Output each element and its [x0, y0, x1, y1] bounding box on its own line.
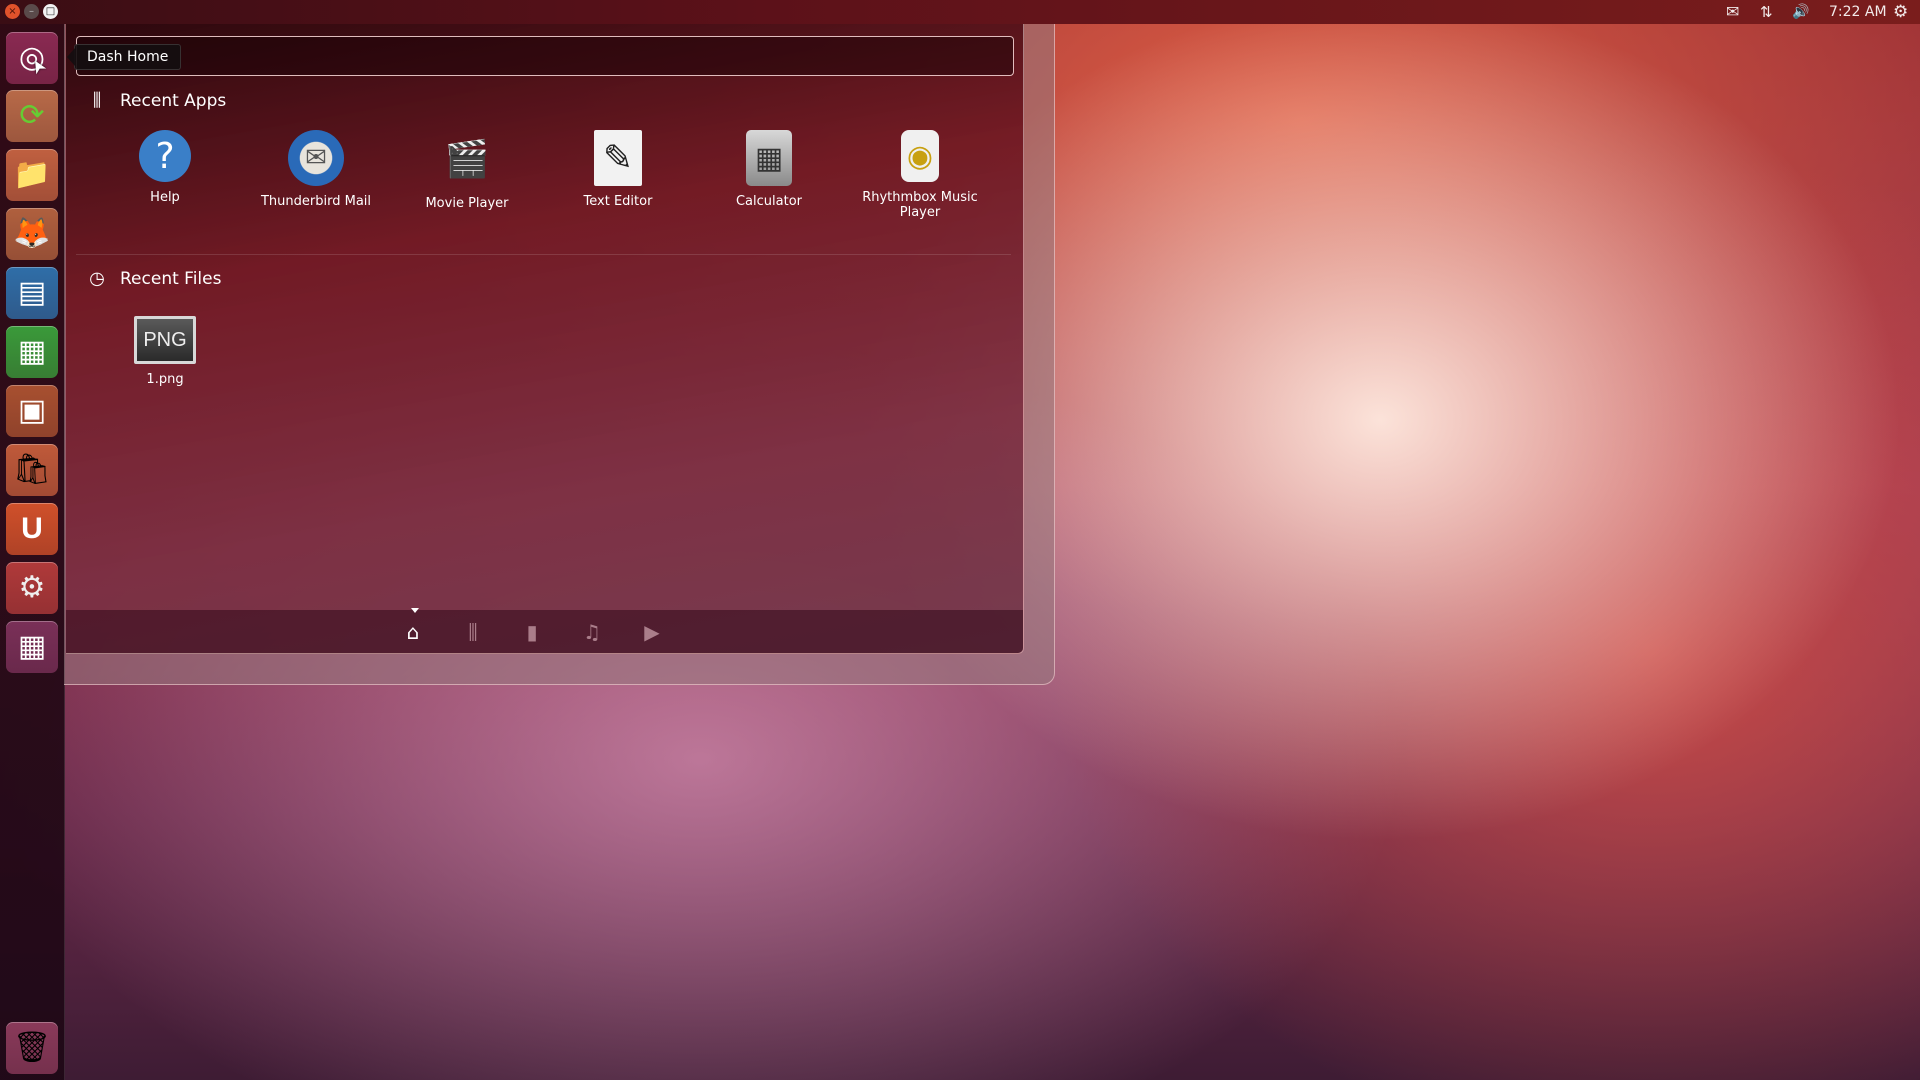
volume-icon: 🔊	[1792, 4, 1810, 20]
recent-files-header[interactable]: ◷ Recent Files	[86, 268, 221, 289]
settings-icon: ⚙	[18, 570, 46, 605]
maximize-button[interactable]: □	[43, 4, 58, 19]
messaging-menu[interactable]: ✉	[1726, 0, 1739, 24]
app-label: Rhythmbox Music Player	[862, 190, 978, 220]
launcher-workspace-switcher[interactable]: ▦	[6, 621, 58, 673]
video-icon: ▶	[644, 620, 660, 644]
launcher-calc[interactable]: ▦	[6, 326, 58, 378]
close-button[interactable]: ×	[5, 4, 20, 19]
app-label: Calculator	[735, 194, 802, 209]
folder-icon: 📁	[13, 157, 51, 192]
workspace-icon: ▦	[17, 629, 47, 664]
png-file-icon: PNG	[134, 316, 196, 364]
applications-icon: ⫼	[468, 620, 478, 644]
text-editor-icon: ✎	[594, 130, 642, 186]
writer-icon: ▤	[17, 275, 47, 310]
minimize-button[interactable]: –	[24, 4, 39, 19]
section-divider	[76, 254, 1011, 255]
shopping-bag-icon: 🛍	[12, 452, 52, 487]
impress-icon: ▣	[17, 393, 47, 428]
calculator-icon: ▦	[746, 130, 792, 186]
app-tile-calculator[interactable]: ▦ Calculator	[694, 130, 844, 209]
gear-icon: ⚙	[1893, 2, 1909, 22]
top-panel: × – □ ✉ ⇅ 🔊 7:22 AM ⚙	[0, 0, 1920, 24]
music-icon: ♫	[583, 620, 601, 644]
app-label: Help	[150, 190, 180, 205]
lens-music[interactable]: ♫	[578, 620, 606, 644]
session-menu[interactable]: ⚙	[1893, 0, 1908, 24]
launcher-software-updater[interactable]: ⟳	[6, 90, 58, 142]
calc-icon: ▦	[17, 334, 47, 369]
launcher-trash[interactable]: 🗑	[6, 1022, 58, 1074]
network-menu[interactable]: ⇅	[1760, 0, 1773, 24]
lens-files[interactable]: ▮	[518, 620, 546, 644]
app-tile-movie-player[interactable]: 🎬 Movie Player	[392, 130, 542, 211]
active-lens-indicator	[411, 608, 419, 613]
app-tile-rhythmbox[interactable]: ◉ Rhythmbox Music Player	[845, 130, 995, 220]
speaker-icon: ◉	[901, 130, 939, 182]
file-icon: ▮	[526, 620, 538, 644]
home-icon: ⌂	[406, 620, 420, 644]
dash: ⫼ Recent Apps ? Help ✉ Thunderbird Mail …	[66, 24, 1024, 654]
launcher-software-center[interactable]: 🛍	[6, 444, 58, 496]
launcher: ◎ ⟳ 📁 🦊 ▤ ▦ ▣ 🛍 U ⚙ ▦ 🗑	[0, 24, 65, 1080]
search-input[interactable]	[77, 37, 1013, 75]
sound-menu[interactable]: 🔊	[1792, 0, 1809, 24]
launcher-files[interactable]: 📁	[6, 149, 58, 201]
maximize-icon: □	[45, 6, 56, 17]
help-icon: ?	[139, 130, 191, 182]
lens-home[interactable]: ⌂	[399, 620, 427, 644]
launcher-writer[interactable]: ▤	[6, 267, 58, 319]
clock-icon: ◷	[89, 268, 105, 289]
lens-bar: ⌂ ⫼ ▮ ♫ ▶	[66, 608, 1023, 653]
file-tile-1png[interactable]: PNG 1.png	[90, 316, 240, 387]
thunderbird-icon: ✉	[288, 130, 344, 186]
app-tile-text-editor[interactable]: ✎ Text Editor	[543, 130, 693, 209]
recent-apps-title: Recent Apps	[120, 90, 227, 111]
launcher-ubuntu-one[interactable]: U	[6, 503, 58, 555]
app-label: Movie Player	[425, 196, 509, 211]
applications-icon: ⫼	[92, 90, 102, 111]
launcher-impress[interactable]: ▣	[6, 385, 58, 437]
lens-video[interactable]: ▶	[638, 620, 666, 644]
firefox-icon: 🦊	[13, 216, 51, 251]
clapperboard-icon: 🎬	[444, 139, 490, 180]
update-icon: ⟳	[19, 98, 45, 133]
close-icon: ×	[8, 6, 17, 17]
app-label: Thunderbird Mail	[260, 194, 372, 209]
network-icon: ⇅	[1760, 3, 1773, 21]
launcher-tooltip: Dash Home	[66, 44, 182, 70]
launcher-system-settings[interactable]: ⚙	[6, 562, 58, 614]
search-box[interactable]	[76, 36, 1014, 76]
clock[interactable]: 7:22 AM	[1829, 0, 1887, 24]
minimize-icon: –	[29, 6, 34, 17]
trash-icon: 🗑	[12, 1030, 52, 1065]
file-label: 1.png	[146, 372, 184, 387]
app-tile-help[interactable]: ? Help	[90, 130, 240, 205]
app-tile-thunderbird[interactable]: ✉ Thunderbird Mail	[241, 130, 391, 209]
mail-icon: ✉	[1726, 2, 1740, 21]
ubuntu-one-icon: U	[21, 512, 43, 545]
app-label: Text Editor	[583, 194, 653, 209]
lens-applications[interactable]: ⫼	[459, 620, 487, 644]
recent-files-title: Recent Files	[120, 268, 222, 289]
launcher-firefox[interactable]: 🦊	[6, 208, 58, 260]
recent-apps-header[interactable]: ⫼ Recent Apps	[86, 90, 226, 111]
